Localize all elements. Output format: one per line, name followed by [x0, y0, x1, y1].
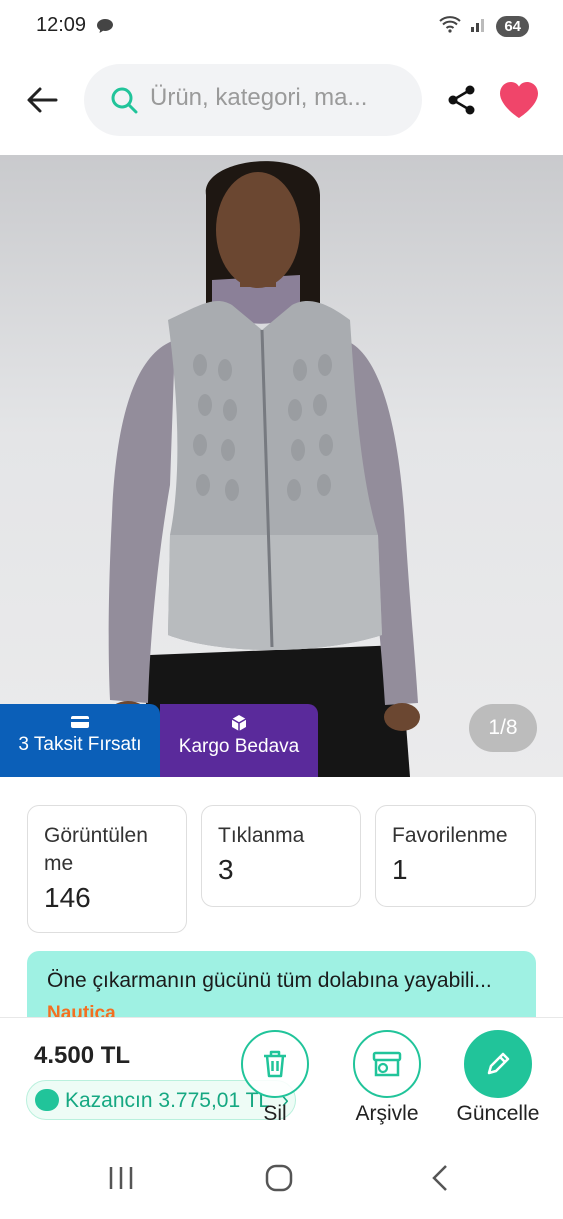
- back-arrow-icon: [27, 87, 58, 113]
- battery-icon: 64: [496, 16, 529, 37]
- action-bar: 4.500 TL Kazancın 3.775,01 TL › Sil Arşi…: [0, 1017, 563, 1145]
- credit-card-icon: [71, 716, 89, 728]
- stat-card-clicks: Tıklanma 3: [201, 805, 361, 907]
- free-shipping-badge[interactable]: Kargo Bedava: [160, 704, 318, 777]
- stat-card-favorites: Favorilenme 1: [375, 805, 536, 907]
- delete-label: Sil: [263, 1102, 287, 1125]
- stat-value-views: 146: [44, 882, 91, 913]
- stat-label-clicks: Tıklanma: [218, 824, 305, 847]
- search-box[interactable]: [84, 64, 422, 136]
- heart-icon: [500, 82, 538, 118]
- stat-label-favorites: Favorilenme: [392, 824, 508, 847]
- message-icon: [96, 18, 114, 39]
- search-icon: [110, 86, 138, 119]
- status-icons: 64: [438, 14, 529, 39]
- product-price: 4.500 TL: [34, 1042, 131, 1069]
- back-icon[interactable]: [426, 1163, 456, 1198]
- installment-label: 3 Taksit Fırsatı: [18, 734, 142, 755]
- pencil-icon: [487, 1052, 510, 1075]
- signal-icon: [470, 15, 488, 38]
- image-counter: 1/8: [469, 704, 537, 752]
- archive-label: Arşivle: [355, 1102, 419, 1125]
- status-time: 12:09: [36, 14, 87, 36]
- search-input[interactable]: [150, 84, 410, 112]
- status-bar: 12:09 64: [0, 0, 563, 54]
- update-button[interactable]: Güncelle: [448, 1030, 548, 1126]
- trash-icon: [264, 1050, 286, 1078]
- stat-value-clicks: 3: [218, 854, 234, 885]
- delete-circle: [241, 1030, 309, 1098]
- share-button[interactable]: [446, 84, 478, 116]
- stat-card-views: Görüntülen me 146: [27, 805, 187, 933]
- home-icon[interactable]: [264, 1163, 294, 1198]
- free-shipping-label: Kargo Bedava: [178, 736, 300, 757]
- back-button[interactable]: [22, 80, 62, 120]
- archive-button[interactable]: Arşivle: [337, 1030, 437, 1126]
- installment-badge[interactable]: 3 Taksit Fırsatı: [0, 704, 160, 777]
- favorite-button[interactable]: [498, 80, 540, 120]
- product-image[interactable]: 3 Taksit Fırsatı Kargo Bedava 1/8: [0, 155, 563, 777]
- top-bar: [0, 62, 563, 136]
- stat-label-views: Görüntülen me: [44, 824, 148, 875]
- stat-value-favorites: 1: [392, 854, 408, 885]
- share-icon: [448, 85, 475, 115]
- wifi-icon: [438, 14, 462, 39]
- update-label: Güncelle: [456, 1102, 540, 1125]
- recents-icon[interactable]: [106, 1163, 136, 1198]
- system-nav-bar: [0, 1145, 563, 1219]
- archive-circle: [353, 1030, 421, 1098]
- wallet-icon: [35, 1089, 59, 1111]
- promo-banner[interactable]: Öne çıkarmanın gücünü tüm dolabına yayab…: [27, 951, 536, 1023]
- delete-button[interactable]: Sil: [225, 1030, 325, 1126]
- product-photo: [108, 161, 420, 777]
- update-circle: [464, 1030, 532, 1098]
- archive-icon: [372, 1051, 402, 1077]
- promo-text: Öne çıkarmanın gücünü tüm dolabına yayab…: [47, 969, 492, 992]
- box-icon: [231, 715, 247, 731]
